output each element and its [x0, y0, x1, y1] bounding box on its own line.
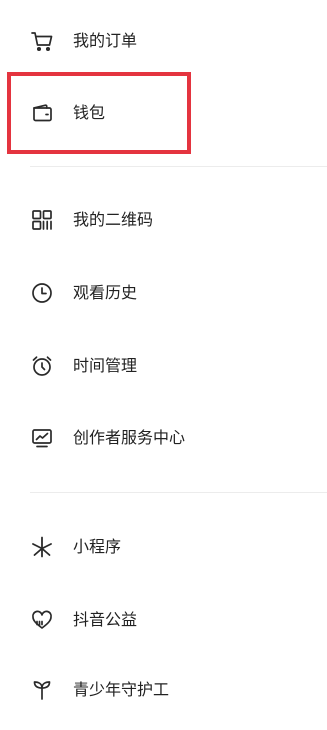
- mini-program-icon: [30, 535, 54, 559]
- menu-item-watch-history[interactable]: 观看历史: [0, 269, 327, 317]
- menu-item-mini-programs[interactable]: 小程序: [0, 523, 327, 571]
- menu-item-label: 时间管理: [73, 356, 138, 375]
- menu-item-label: 青少年守护工: [73, 680, 170, 699]
- sprout-icon: [30, 678, 54, 702]
- clock-icon: [30, 281, 54, 305]
- menu-item-wallet[interactable]: 钱包: [0, 89, 327, 137]
- charity-heart-icon: [30, 608, 54, 632]
- menu-item-douyin-charity[interactable]: 抖音公益: [0, 596, 327, 644]
- menu-item-youth-guardian[interactable]: 青少年守护工: [0, 666, 327, 714]
- divider: [30, 166, 327, 167]
- wallet-icon: [30, 101, 54, 125]
- menu-item-label: 小程序: [73, 537, 122, 556]
- menu-item-label: 抖音公益: [73, 610, 138, 629]
- menu-item-creator-service-center[interactable]: 创作者服务中心: [0, 414, 327, 462]
- chart-monitor-icon: [30, 426, 54, 450]
- menu-item-time-management[interactable]: 时间管理: [0, 342, 327, 390]
- alarm-clock-icon: [30, 354, 54, 378]
- side-menu: 我的订单 钱包 我的二维码 观看历史 时间管理 创作者服务中心 小程序 抖音公益…: [0, 0, 327, 730]
- menu-item-my-qr-code[interactable]: 我的二维码: [0, 196, 327, 244]
- cart-icon: [30, 29, 54, 53]
- menu-item-label: 钱包: [73, 103, 106, 122]
- menu-item-label: 我的订单: [73, 31, 138, 50]
- qr-code-icon: [30, 208, 54, 232]
- menu-item-label: 创作者服务中心: [73, 428, 186, 447]
- menu-item-label: 我的二维码: [73, 210, 154, 229]
- menu-item-label: 观看历史: [73, 283, 138, 302]
- divider: [30, 492, 327, 493]
- menu-item-my-orders[interactable]: 我的订单: [0, 17, 327, 65]
